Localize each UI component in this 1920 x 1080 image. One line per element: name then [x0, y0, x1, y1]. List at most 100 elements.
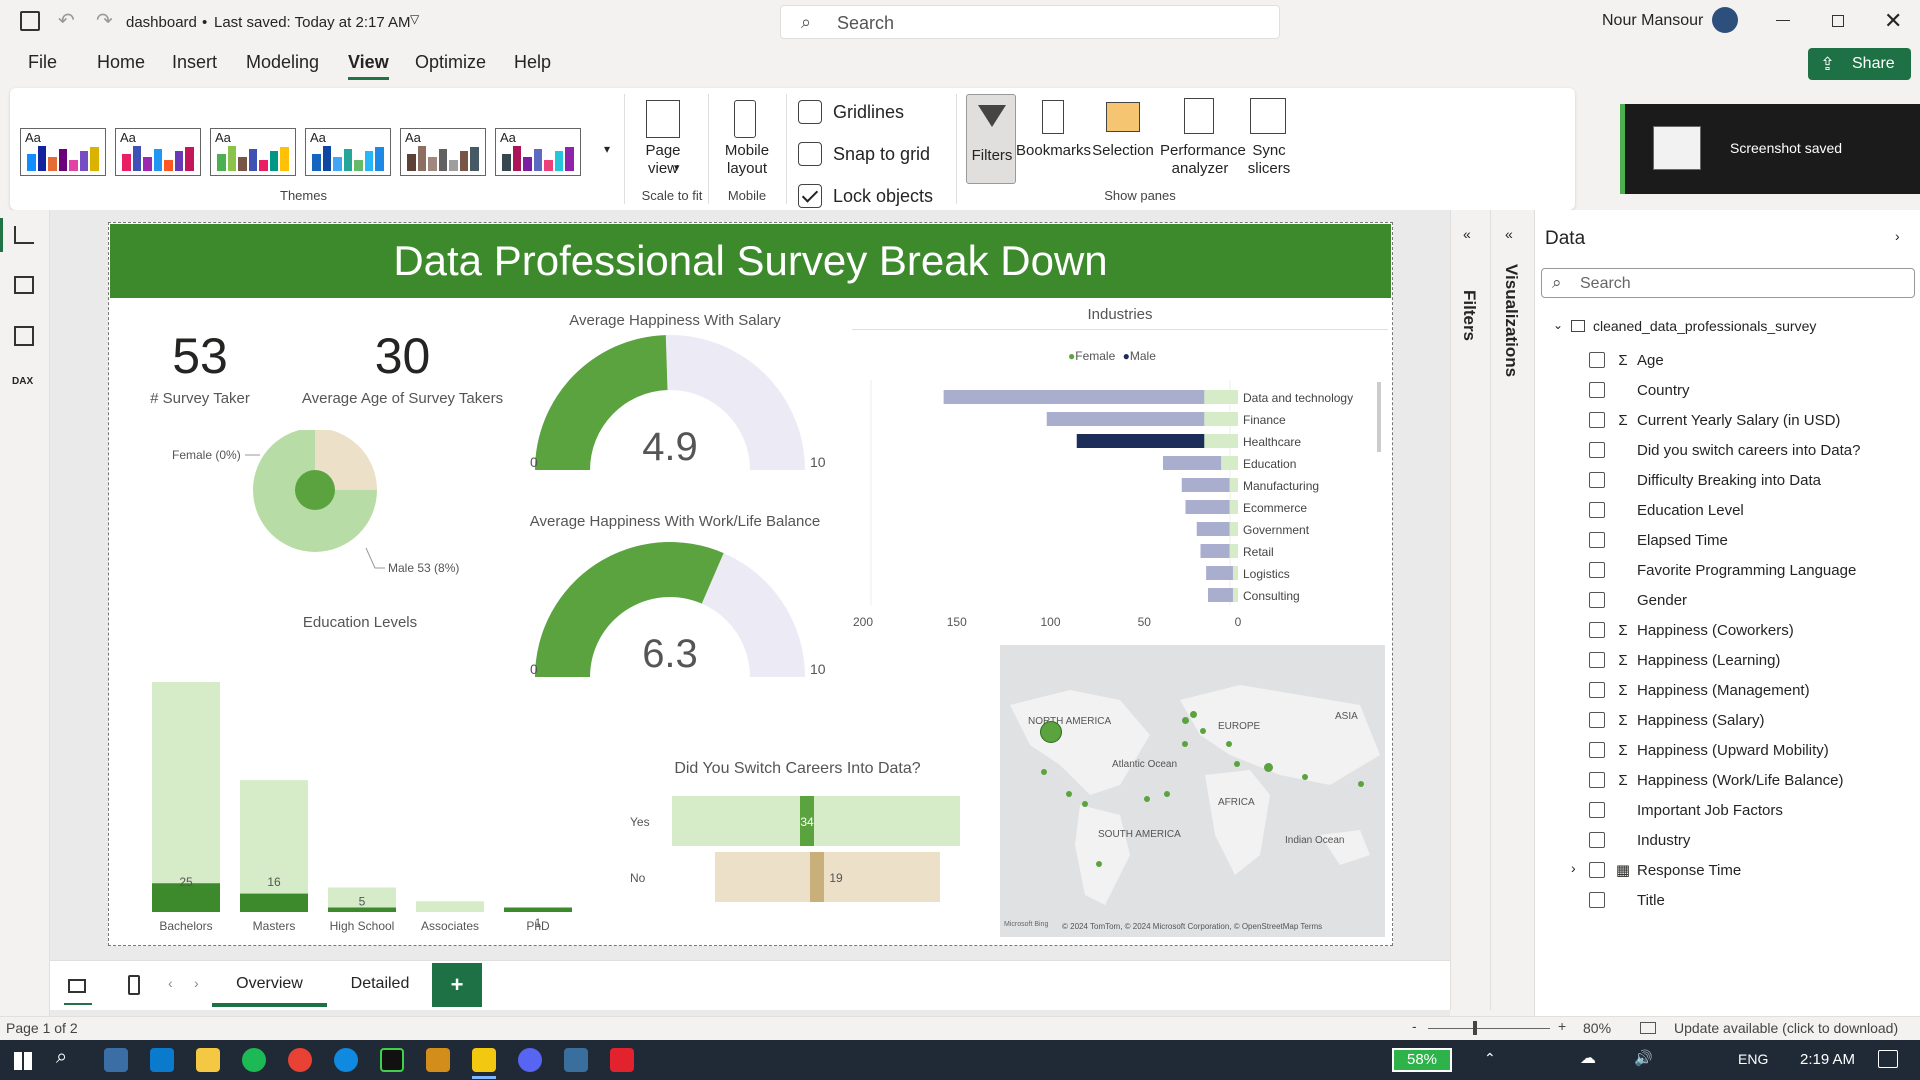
field-gender[interactable]: Gender — [1589, 588, 1687, 612]
sync-slicers-button[interactable]: Sync slicers — [1246, 142, 1292, 178]
table-expand-chevron[interactable]: ⌄ — [1553, 318, 1563, 332]
menu-home[interactable]: Home — [97, 52, 145, 73]
dax-query-icon[interactable]: DAX — [12, 376, 33, 387]
file-explorer-icon[interactable] — [196, 1048, 220, 1072]
desktop-layout-icon[interactable] — [68, 979, 86, 993]
lock-objects-checkbox[interactable] — [798, 184, 822, 208]
bookmarks-button[interactable]: Bookmarks — [1016, 142, 1091, 160]
field-checkbox[interactable] — [1589, 592, 1605, 608]
menu-help[interactable]: Help — [514, 52, 551, 73]
field-checkbox[interactable] — [1589, 382, 1605, 398]
gauge-salary[interactable]: 4.9 0 10 — [520, 330, 840, 480]
visualizations-pane-collapsed[interactable]: « Visualizations — [1490, 210, 1534, 1010]
undo-icon[interactable]: ↶ — [58, 8, 75, 33]
minimize-icon[interactable] — [1776, 20, 1790, 21]
language-indicator[interactable]: ENG — [1738, 1051, 1768, 1067]
map-bubble[interactable] — [1200, 728, 1206, 734]
theme-2[interactable]: Aa — [115, 128, 201, 176]
field-education-level[interactable]: Education Level — [1589, 498, 1744, 522]
theme-6[interactable]: Aa — [495, 128, 581, 176]
discord-icon[interactable] — [518, 1048, 542, 1072]
theme-1[interactable]: Aa — [20, 128, 106, 176]
field-happiness-management-[interactable]: Σ Happiness (Management) — [1589, 678, 1810, 702]
menu-modeling[interactable]: Modeling — [246, 52, 319, 73]
tray-chevron-icon[interactable]: ⌃ — [1484, 1050, 1496, 1067]
map-bubble[interactable] — [1226, 741, 1232, 747]
field-checkbox[interactable] — [1589, 802, 1605, 818]
chevron-down-icon[interactable]: ▽ — [410, 12, 419, 26]
page-view-button[interactable]: Page view — [630, 142, 696, 178]
clock[interactable]: 2:19 AM — [1800, 1051, 1855, 1068]
field-checkbox[interactable] — [1589, 562, 1605, 578]
map-bubble[interactable] — [1082, 801, 1088, 807]
save-icon[interactable] — [20, 11, 40, 31]
field-checkbox[interactable] — [1589, 832, 1605, 848]
gridlines-checkbox[interactable] — [798, 100, 822, 124]
next-page-icon[interactable]: › — [194, 975, 199, 991]
fit-to-page-icon[interactable] — [1640, 1022, 1656, 1034]
search-box[interactable]: ⌕ Search — [780, 5, 1280, 39]
filters-pane-button[interactable]: Filters — [966, 94, 1016, 184]
data-search-input[interactable]: ⌕ Search — [1541, 268, 1915, 298]
field-checkbox[interactable] — [1589, 742, 1605, 758]
kpi-survey-takers[interactable]: 53 # Survey Taker — [130, 328, 270, 407]
industries-bar-chart[interactable]: Data and technology Finance Healthcare Educ… — [850, 370, 1390, 630]
field-checkbox[interactable] — [1589, 412, 1605, 428]
field-checkbox[interactable] — [1589, 502, 1605, 518]
field-did-you-switch-careers-into-data-[interactable]: Did you switch careers into Data? — [1589, 438, 1860, 462]
field-happiness-upward-mobility-[interactable]: Σ Happiness (Upward Mobility) — [1589, 738, 1829, 762]
map-bubble[interactable] — [1190, 711, 1197, 718]
performance-analyzer-button[interactable]: Performance analyzer — [1160, 142, 1246, 178]
redo-icon[interactable]: ↷ — [96, 8, 113, 33]
volume-icon[interactable]: 🔊 — [1634, 1049, 1653, 1067]
map-bubble[interactable] — [1234, 761, 1240, 767]
tab-detailed[interactable]: Detailed — [332, 963, 428, 1007]
field-expand-chevron[interactable]: › — [1571, 860, 1576, 876]
map-bubble[interactable] — [1358, 781, 1364, 787]
field-current-yearly-salary-in-usd-[interactable]: Σ Current Yearly Salary (in USD) — [1589, 408, 1840, 432]
tab-overview[interactable]: Overview — [212, 963, 327, 1007]
add-page-button[interactable]: + — [432, 963, 482, 1007]
calculator-icon[interactable] — [104, 1048, 128, 1072]
app-icon[interactable] — [426, 1048, 450, 1072]
field-checkbox[interactable] — [1589, 682, 1605, 698]
mobile-layout-button[interactable]: Mobile layout — [712, 142, 782, 178]
map-bubble[interactable] — [1041, 769, 1047, 775]
field-country[interactable]: Country — [1589, 378, 1690, 402]
edge-icon[interactable] — [334, 1048, 358, 1072]
map-bubble[interactable] — [1302, 774, 1308, 780]
kpi-average-age[interactable]: 30 Average Age of Survey Takers — [290, 328, 515, 407]
field-industry[interactable]: Industry — [1589, 828, 1690, 852]
app-icon[interactable] — [380, 1048, 404, 1072]
share-button[interactable]: ⇪ Share — [1808, 48, 1911, 80]
search-icon[interactable]: ⌕ — [56, 1046, 67, 1069]
education-bar-chart[interactable]: 25 Bachelors 16 Masters 5 High School Associat… — [130, 650, 580, 940]
vscode-icon[interactable] — [150, 1048, 174, 1072]
country-map[interactable]: NORTH AMERICA EUROPE ASIA Atlantic Ocean… — [1000, 645, 1385, 937]
field-checkbox[interactable] — [1589, 622, 1605, 638]
screenshot-toast[interactable]: Screenshot saved — [1620, 104, 1920, 194]
gender-pie-chart[interactable]: Female (0%) Male 53 (8%) — [160, 430, 480, 590]
zoom-slider-track[interactable] — [1428, 1028, 1550, 1029]
restore-icon[interactable] — [1832, 15, 1844, 27]
map-bubble[interactable] — [1144, 796, 1150, 802]
field-happiness-salary-[interactable]: Σ Happiness (Salary) — [1589, 708, 1765, 732]
field-happiness-coworkers-[interactable]: Σ Happiness (Coworkers) — [1589, 618, 1794, 642]
map-bubble[interactable] — [1182, 717, 1189, 724]
selection-button[interactable]: Selection — [1092, 142, 1154, 160]
field-difficulty-breaking-into-data[interactable]: Difficulty Breaking into Data — [1589, 468, 1821, 492]
map-bubble[interactable] — [1164, 791, 1170, 797]
collapse-data-pane-icon[interactable]: › — [1895, 228, 1900, 244]
powerbi-icon[interactable] — [472, 1048, 496, 1072]
start-icon[interactable] — [14, 1052, 32, 1070]
field-checkbox[interactable] — [1589, 772, 1605, 788]
field-checkbox[interactable] — [1589, 712, 1605, 728]
map-bubble[interactable] — [1182, 741, 1188, 747]
chrome-icon[interactable] — [288, 1048, 312, 1072]
field-important-job-factors[interactable]: Important Job Factors — [1589, 798, 1783, 822]
report-view-icon[interactable] — [14, 226, 34, 244]
table-name[interactable]: cleaned_data_professionals_survey — [1593, 318, 1816, 334]
table-view-icon[interactable] — [14, 276, 34, 294]
map-attribution[interactable]: © 2024 TomTom, © 2024 Microsoft Corporat… — [1062, 922, 1322, 931]
expand-filters-icon[interactable]: « — [1463, 226, 1471, 242]
